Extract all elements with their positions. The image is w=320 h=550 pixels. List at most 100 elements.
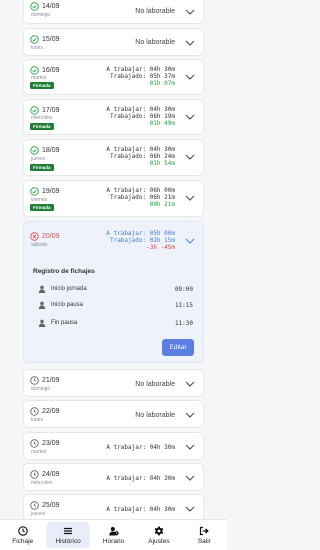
registro-title: Registro de fichajes bbox=[33, 268, 95, 275]
day-weekday: jueves bbox=[31, 156, 46, 162]
pending-clock-icon bbox=[30, 407, 39, 416]
trabajado: Trabajado: 06h 19m bbox=[109, 113, 175, 120]
firmada-badge: Firmada bbox=[30, 164, 54, 171]
day-date: 23/09 bbox=[42, 440, 60, 447]
clock-icon bbox=[17, 525, 28, 536]
nav-label: Fichaje bbox=[12, 537, 34, 545]
fichaje-label: Fin pausa bbox=[51, 320, 78, 326]
no-laborable-label: No laborable bbox=[135, 8, 175, 15]
day-date: 14/09 bbox=[42, 3, 60, 10]
day-card-17-09[interactable]: 17/09 miércoles Firmada A trabajar: 04h … bbox=[23, 99, 204, 135]
user-clock-icon bbox=[108, 526, 119, 536]
day-card-21-09[interactable]: 21/09 domingo No laborable bbox=[23, 369, 204, 397]
gear-icon bbox=[154, 526, 164, 536]
chevron-down-icon[interactable] bbox=[185, 40, 195, 46]
check-circle-icon bbox=[30, 35, 39, 44]
day-date: 22/09 bbox=[42, 408, 60, 415]
nav-label: Salir bbox=[197, 537, 211, 545]
day-card-16-09[interactable]: 16/09 martes Firmada A trabajar: 04h 30m… bbox=[23, 59, 204, 95]
chevron-down-icon[interactable] bbox=[185, 475, 195, 481]
hours-summary: A trabajar: 04h 30m Trabajado: 05h 37m 0… bbox=[106, 66, 175, 87]
day-date: 24/09 bbox=[42, 471, 60, 478]
day-card-24-09[interactable]: 24/09 miércoles A trabajar: 04h 30m bbox=[23, 463, 204, 491]
check-circle-icon bbox=[30, 2, 39, 11]
day-weekday: viernes bbox=[31, 197, 48, 203]
day-card-15-09[interactable]: 15/09 lunes No laborable bbox=[23, 28, 204, 56]
day-card-19-09[interactable]: 19/09 viernes Firmada A trabajar: 06h 00… bbox=[23, 180, 204, 217]
pending-clock-icon bbox=[30, 501, 39, 510]
day-date: 20/09 bbox=[42, 233, 60, 240]
day-date: 17/09 bbox=[42, 107, 60, 114]
day-date: 25/09 bbox=[42, 502, 60, 509]
chevron-down-icon[interactable] bbox=[185, 154, 195, 160]
day-date: 16/09 bbox=[42, 67, 60, 74]
a-trabajar: A trabajar: 04h 30m bbox=[106, 66, 175, 73]
fichaje-row: Fin pausa 11:30 bbox=[38, 318, 193, 328]
day-weekday: lunes bbox=[31, 417, 43, 423]
nav-item-fichaje[interactable]: Fichaje bbox=[0, 520, 45, 550]
error-circle-icon bbox=[30, 232, 39, 241]
fichaje-row: Inicio pausa 11:15 bbox=[38, 300, 193, 310]
nav-item-ajustes[interactable]: Ajustes bbox=[136, 520, 181, 550]
nav-label: Horario bbox=[102, 537, 125, 545]
chevron-up-icon[interactable] bbox=[185, 238, 195, 244]
day-weekday: lunes bbox=[31, 45, 43, 51]
check-circle-icon bbox=[30, 146, 39, 155]
day-card-22-09[interactable]: 22/09 lunes No laborable bbox=[23, 400, 204, 428]
day-card-14-09[interactable]: 14/09 domingo No laborable bbox=[23, 0, 204, 24]
day-card-25-09[interactable]: 25/09 jueves A trabajar: 04h 30m bbox=[23, 494, 204, 519]
chevron-down-icon[interactable] bbox=[185, 114, 195, 120]
chevron-down-icon[interactable] bbox=[185, 9, 195, 15]
check-circle-icon bbox=[30, 106, 39, 115]
a-trabajar: A trabajar: 06h 00m bbox=[106, 187, 175, 194]
day-weekday: domingo bbox=[31, 386, 51, 392]
person-icon bbox=[38, 285, 46, 293]
hours-difference: 00h 21m bbox=[149, 201, 175, 208]
firmada-badge: Firmada bbox=[30, 123, 54, 130]
hours-summary: A trabajar: 04h 30m bbox=[106, 475, 175, 482]
day-weekday: miércoles bbox=[31, 480, 53, 486]
hours-difference: -3h -45m bbox=[146, 244, 175, 251]
edit-button[interactable]: Editar bbox=[162, 339, 194, 356]
day-date: 18/09 bbox=[42, 147, 60, 154]
list-icon bbox=[63, 526, 73, 536]
trabajado: Trabajado: 06h 21m bbox=[109, 194, 175, 201]
pending-clock-icon bbox=[30, 439, 39, 448]
hours-difference: 01h 54m bbox=[149, 160, 175, 167]
check-circle-icon bbox=[30, 66, 39, 75]
fichaje-time: 09:00 bbox=[174, 285, 193, 293]
nav-item-historico[interactable]: Histórico bbox=[45, 520, 90, 550]
day-weekday: martes bbox=[31, 449, 47, 455]
chevron-down-icon[interactable] bbox=[185, 412, 195, 418]
person-icon bbox=[38, 301, 46, 309]
logout-icon bbox=[199, 526, 210, 536]
no-laborable-label: No laborable bbox=[135, 412, 175, 419]
day-weekday: miércoles bbox=[31, 115, 53, 121]
nav-label: Histórico bbox=[55, 537, 81, 545]
day-card-23-09[interactable]: 23/09 martes A trabajar: 04h 30m bbox=[23, 432, 204, 460]
chevron-down-icon[interactable] bbox=[185, 506, 195, 512]
day-card-20-09-expanded[interactable]: 20/09 sábado A trabajar: 05h 00m Trabaja… bbox=[23, 221, 204, 363]
a-trabajar: A trabajar: 04h 30m bbox=[106, 146, 175, 153]
day-card-18-09[interactable]: 18/09 jueves Firmada A trabajar: 04h 30m… bbox=[23, 139, 204, 176]
a-trabajar: A trabajar: 04h 30m bbox=[106, 506, 175, 513]
chevron-down-icon[interactable] bbox=[185, 74, 195, 80]
history-list: 14/09 domingo No laborable 15/09 lunes N… bbox=[0, 0, 227, 519]
fichaje-time: 11:30 bbox=[174, 319, 193, 327]
nav-item-salir[interactable]: Salir bbox=[182, 520, 227, 550]
chevron-down-icon[interactable] bbox=[185, 195, 195, 201]
fichaje-row: Inicio jornada 09:00 bbox=[38, 284, 193, 294]
day-weekday: jueves bbox=[31, 511, 46, 517]
hours-summary: A trabajar: 04h 30m bbox=[106, 506, 175, 513]
hours-difference: 01h 07m bbox=[149, 80, 175, 87]
trabajado: Trabajado: 02h 15m bbox=[109, 237, 175, 244]
day-weekday: domingo bbox=[31, 12, 51, 18]
a-trabajar: A trabajar: 04h 30m bbox=[106, 444, 175, 451]
hours-summary: A trabajar: 04h 30m Trabajado: 06h 24m 0… bbox=[106, 146, 175, 167]
chevron-down-icon[interactable] bbox=[185, 381, 195, 387]
firmada-badge: Firmada bbox=[30, 204, 54, 211]
hours-difference: 01h 49m bbox=[149, 120, 175, 127]
chevron-down-icon[interactable] bbox=[185, 444, 195, 450]
nav-item-horario[interactable]: Horario bbox=[91, 520, 136, 550]
check-circle-icon bbox=[30, 187, 39, 196]
